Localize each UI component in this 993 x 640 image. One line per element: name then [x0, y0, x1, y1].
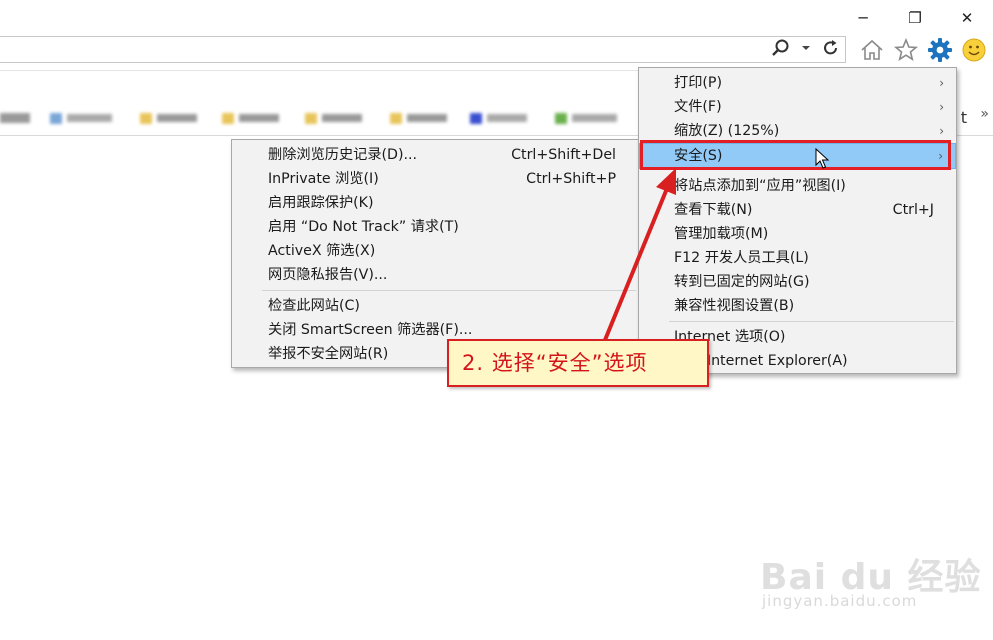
annotation-callout: 2. 选择“安全”选项 [447, 339, 709, 387]
watermark-url: jingyan.baidu.com [762, 592, 918, 610]
annotation-arrow [603, 168, 676, 341]
